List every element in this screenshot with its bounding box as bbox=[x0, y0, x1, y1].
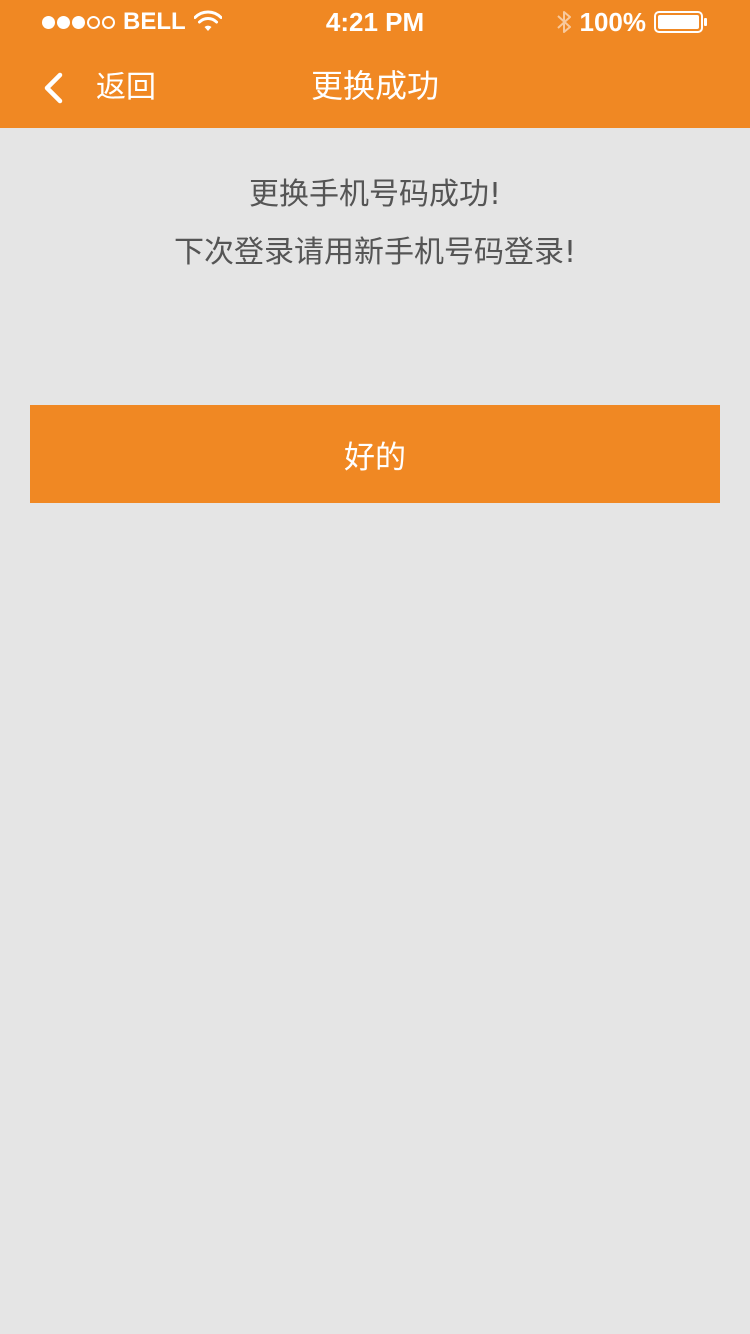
status-right: 100% bbox=[556, 6, 709, 38]
battery-icon bbox=[654, 11, 707, 33]
message-line-1: 更换手机号码成功! bbox=[248, 177, 502, 212]
header: BELL 4:21 PM 100% 返回 更换成功 bbox=[0, 0, 750, 128]
confirm-button[interactable]: 好的 bbox=[30, 405, 720, 503]
status-bar: BELL 4:21 PM 100% bbox=[0, 0, 750, 44]
bluetooth-icon bbox=[556, 11, 571, 33]
success-message: 更换手机号码成功! 下次登录请用新手机号码登录! bbox=[0, 166, 750, 282]
battery-percentage: 100% bbox=[579, 6, 647, 37]
message-line-2: 下次登录请用新手机号码登录! bbox=[173, 235, 577, 270]
page-title: 更换成功 bbox=[310, 67, 439, 105]
navigation-bar: 返回 更换成功 bbox=[0, 44, 750, 128]
